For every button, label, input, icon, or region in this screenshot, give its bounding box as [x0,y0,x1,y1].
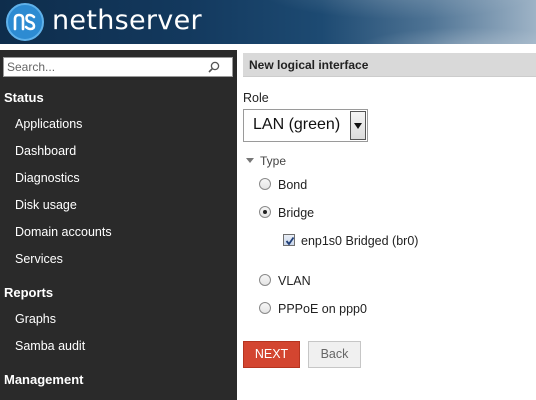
panel-title: New logical interface [243,53,536,77]
sidebar-section-reports: Reports [4,285,54,300]
next-button[interactable]: NEXT [243,341,300,368]
role-label: Role [243,91,269,105]
sidebar-item-applications[interactable]: Applications [15,117,82,131]
radio-bridge-label: Bridge [278,206,315,220]
radio-bond[interactable] [259,178,271,190]
sidebar: Status Applications Dashboard Diagnostic… [0,50,237,400]
nethserver-logo-icon [6,3,44,41]
back-button[interactable]: Back [308,341,361,368]
radio-pppoe[interactable] [259,302,271,314]
checkmark-icon [285,236,295,246]
brand-name: nethserver [52,5,202,36]
radio-vlan-label: VLAN [278,274,311,288]
search-icon[interactable] [208,61,220,73]
collapse-triangle-icon [246,158,254,164]
sidebar-item-dashboard[interactable]: Dashboard [15,144,76,158]
search-box [3,57,233,77]
chevron-down-icon [354,123,362,129]
sidebar-item-domain-accounts[interactable]: Domain accounts [15,225,112,239]
header-decoration [196,0,536,44]
search-input[interactable] [4,58,204,76]
app-header: nethserver [0,0,536,44]
radio-bridge[interactable] [259,206,271,218]
checkbox-enp1s0[interactable] [283,234,295,246]
sidebar-item-graphs[interactable]: Graphs [15,312,56,326]
sidebar-item-services[interactable]: Services [15,252,63,266]
checkbox-enp1s0-label: enp1s0 Bridged (br0) [301,234,419,248]
radio-bond-label: Bond [278,178,308,192]
radio-vlan[interactable] [259,274,271,286]
sidebar-item-samba-audit[interactable]: Samba audit [15,339,85,353]
role-select[interactable]: LAN (green) [243,109,368,142]
type-fieldset-toggle[interactable]: Type [246,154,286,168]
role-select-button[interactable] [350,111,366,140]
sidebar-section-status: Status [4,90,44,105]
type-legend-label: Type [260,154,287,168]
sidebar-section-management: Management [4,372,84,387]
sidebar-item-diagnostics[interactable]: Diagnostics [15,171,80,185]
role-select-value: LAN (green) [253,116,341,133]
radio-pppoe-label: PPPoE on ppp0 [278,302,367,316]
sidebar-item-disk-usage[interactable]: Disk usage [15,198,77,212]
